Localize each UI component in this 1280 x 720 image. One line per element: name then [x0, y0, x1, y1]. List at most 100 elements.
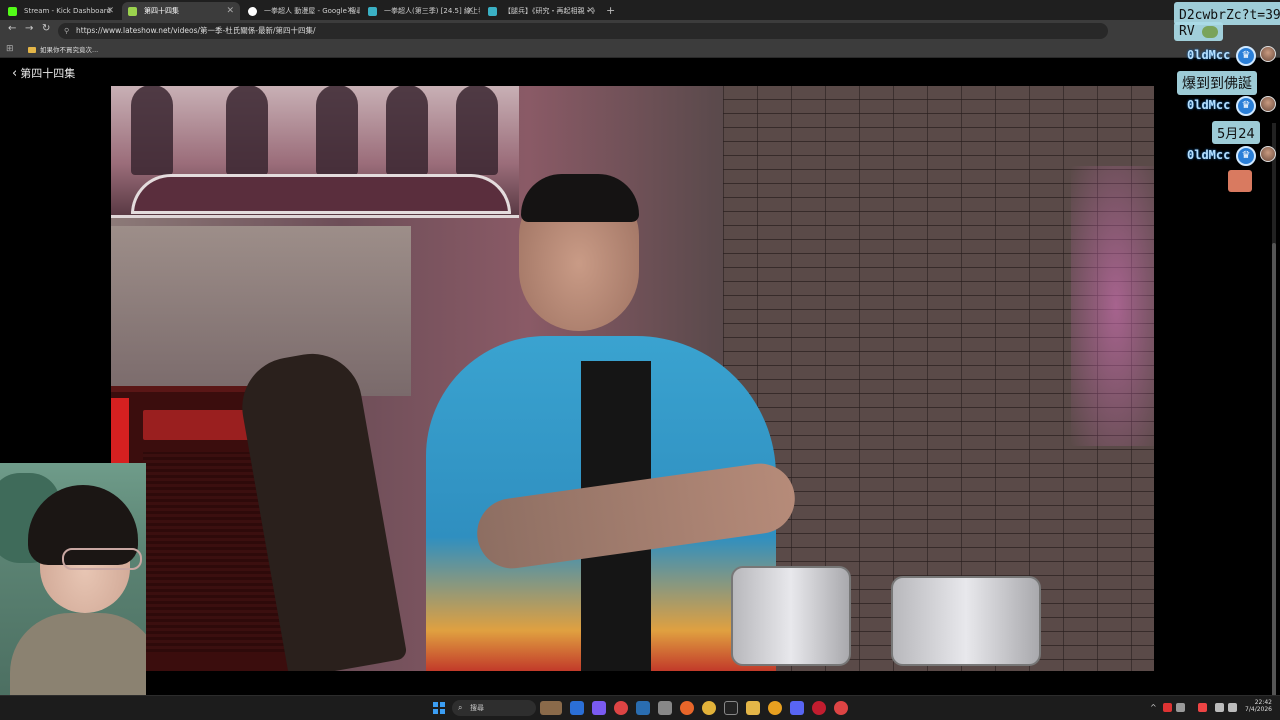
- capcut-icon[interactable]: [724, 701, 738, 715]
- screen: Stream - Kick Dashboard ✕ 第四十四集 ✕ 一拳超人 動…: [0, 0, 1280, 720]
- video-neon-glow: [1071, 166, 1154, 446]
- google-favicon-icon: [248, 7, 257, 16]
- new-tab-button[interactable]: +: [606, 2, 615, 20]
- streamer-webcam: [0, 463, 146, 720]
- mail-icon[interactable]: [658, 701, 672, 715]
- back-arrow-icon[interactable]: ←: [8, 23, 16, 34]
- forward-arrow-icon[interactable]: →: [25, 23, 33, 34]
- tray-app-icon[interactable]: [1163, 703, 1172, 712]
- obs-icon[interactable]: [834, 701, 848, 715]
- windows-taskbar: ⌕ 搜尋 ^ 22:42 7/4/2026: [0, 695, 1280, 720]
- site-favicon-icon: [488, 7, 497, 16]
- stream-chat-overlay: D2cwbrZc?t=392 真人 RV 0ldMcc ♛ 爆到到佛誕 0ldM…: [1100, 0, 1280, 200]
- episode-title: 第四十四集: [20, 67, 76, 80]
- clock-date: 7/4/2026: [1245, 706, 1272, 713]
- crown-badge-icon: ♛: [1236, 96, 1256, 116]
- folder-icon: [28, 47, 36, 53]
- page-content: ‹ 第四十四集: [0, 59, 1280, 720]
- bitcoin-icon[interactable]: [768, 701, 782, 715]
- chevron-up-icon[interactable]: ^: [1150, 703, 1159, 712]
- close-tab-icon[interactable]: ✕: [106, 2, 114, 20]
- tab-kick-dashboard[interactable]: Stream - Kick Dashboard ✕: [2, 2, 120, 20]
- apps-grid-icon[interactable]: ⊞: [6, 44, 14, 54]
- opera-icon[interactable]: [812, 701, 826, 715]
- poster-figure: [386, 86, 428, 175]
- tab-label: 第四十四集: [144, 7, 179, 15]
- url-text: https://www.lateshow.net/videos/第一季-杜氏關係…: [76, 26, 316, 35]
- copilot-icon[interactable]: [570, 701, 584, 715]
- reload-icon[interactable]: ↻: [42, 23, 50, 34]
- avatar: [1260, 96, 1276, 112]
- back-to-episode-link[interactable]: ‹ 第四十四集: [12, 65, 75, 81]
- bookmark-item[interactable]: 如果你不買究竟次...: [28, 44, 98, 56]
- microphone-icon[interactable]: [1176, 703, 1185, 712]
- video-person-hair: [521, 174, 639, 222]
- poster-figure: [131, 86, 173, 175]
- chat-message-text: 5月24: [1217, 127, 1255, 142]
- browser-tab-bar: Stream - Kick Dashboard ✕ 第四十四集 ✕ 一拳超人 動…: [0, 0, 1280, 20]
- chat-message-text: RV: [1179, 24, 1195, 39]
- volume-icon[interactable]: [1228, 703, 1237, 712]
- folder-icon[interactable]: [746, 701, 760, 715]
- search-icon: ⌕: [458, 703, 463, 712]
- avatar: [1260, 46, 1276, 62]
- tab-label: 【腿兵】《研究・再起相親・》: [504, 7, 599, 15]
- drum: [731, 566, 851, 666]
- tab-research[interactable]: 【腿兵】《研究・再起相親・》 ✕: [482, 2, 600, 20]
- site-favicon-icon: [368, 7, 377, 16]
- discord-icon[interactable]: [790, 701, 804, 715]
- close-tab-icon[interactable]: ✕: [226, 2, 234, 20]
- chat-message-text: D2cwbrZc?t=392 真人: [1179, 8, 1280, 23]
- wifi-icon[interactable]: [1215, 703, 1224, 712]
- chat-username: 0ldMcc: [1187, 98, 1231, 112]
- video-drum-kit: [731, 546, 1061, 671]
- poster-figure: [226, 86, 268, 175]
- chrome-icon[interactable]: [614, 701, 628, 715]
- poster-figure: [316, 86, 358, 175]
- video-poster: [111, 86, 519, 218]
- chat-message-text: 爆到到佛誕: [1182, 76, 1252, 92]
- frog-emote-icon: [1202, 25, 1219, 38]
- close-tab-icon[interactable]: ✕: [466, 2, 474, 20]
- tab-label: Stream - Kick Dashboard: [24, 7, 111, 15]
- avatar: [1260, 146, 1276, 162]
- poster-figure: [456, 86, 498, 175]
- scrollbar-thumb[interactable]: [1272, 243, 1276, 720]
- poster-poker-table: [131, 174, 511, 214]
- kick-favicon-icon: [8, 7, 17, 16]
- tab-one-punch-man[interactable]: 一拳超人(第三季) [24.5] 線上看 ✕: [362, 2, 480, 20]
- firefox-icon[interactable]: [680, 701, 694, 715]
- tray-app-icon[interactable]: [1198, 703, 1207, 712]
- clock-time: 22:42: [1254, 699, 1272, 706]
- chat-username: 0ldMcc: [1187, 148, 1231, 162]
- tab-google-search[interactable]: 一拳超人 動漫屋 - Google 搜尋 ✕: [242, 2, 360, 20]
- chat-message: 5月24: [1212, 121, 1260, 144]
- close-tab-icon[interactable]: ✕: [346, 2, 354, 20]
- site-info-icon[interactable]: ⚲: [64, 23, 69, 39]
- drum: [891, 576, 1041, 666]
- tab-episode-44[interactable]: 第四十四集 ✕: [122, 2, 240, 20]
- clock[interactable]: 22:42 7/4/2026: [1238, 699, 1272, 713]
- amp-light: [111, 398, 129, 468]
- bookmark-label: 如果你不買究竟次...: [40, 46, 99, 54]
- taskbar-search[interactable]: ⌕ 搜尋: [452, 700, 536, 716]
- chrome-icon-2[interactable]: [702, 701, 716, 715]
- steam-icon[interactable]: [636, 701, 650, 715]
- site-favicon-icon: [128, 7, 137, 16]
- windows-start-icon[interactable]: [433, 702, 445, 714]
- widgets-icon[interactable]: [540, 701, 562, 715]
- chat-message: RV: [1174, 22, 1224, 41]
- video-player[interactable]: [111, 86, 1154, 671]
- bookmarks-bar: ⊞ 如果你不買究竟次...: [0, 42, 1280, 58]
- address-bar[interactable]: ⚲ https://www.lateshow.net/videos/第一季-杜氏…: [58, 23, 1108, 39]
- chat-message: 爆到到佛誕: [1177, 71, 1257, 95]
- close-tab-icon[interactable]: ✕: [586, 2, 594, 20]
- browser-toolbar: ← → ↻ ⚲ https://www.lateshow.net/videos/…: [0, 20, 1280, 42]
- chat-username: 0ldMcc: [1187, 48, 1231, 62]
- page-scrollbar[interactable]: [1272, 123, 1276, 720]
- chevron-left-icon: ‹: [12, 66, 18, 81]
- emote-icon: [1228, 170, 1252, 192]
- taskbar-search-label: 搜尋: [470, 704, 484, 712]
- app-icon[interactable]: [592, 701, 606, 715]
- crown-badge-icon: ♛: [1236, 46, 1256, 66]
